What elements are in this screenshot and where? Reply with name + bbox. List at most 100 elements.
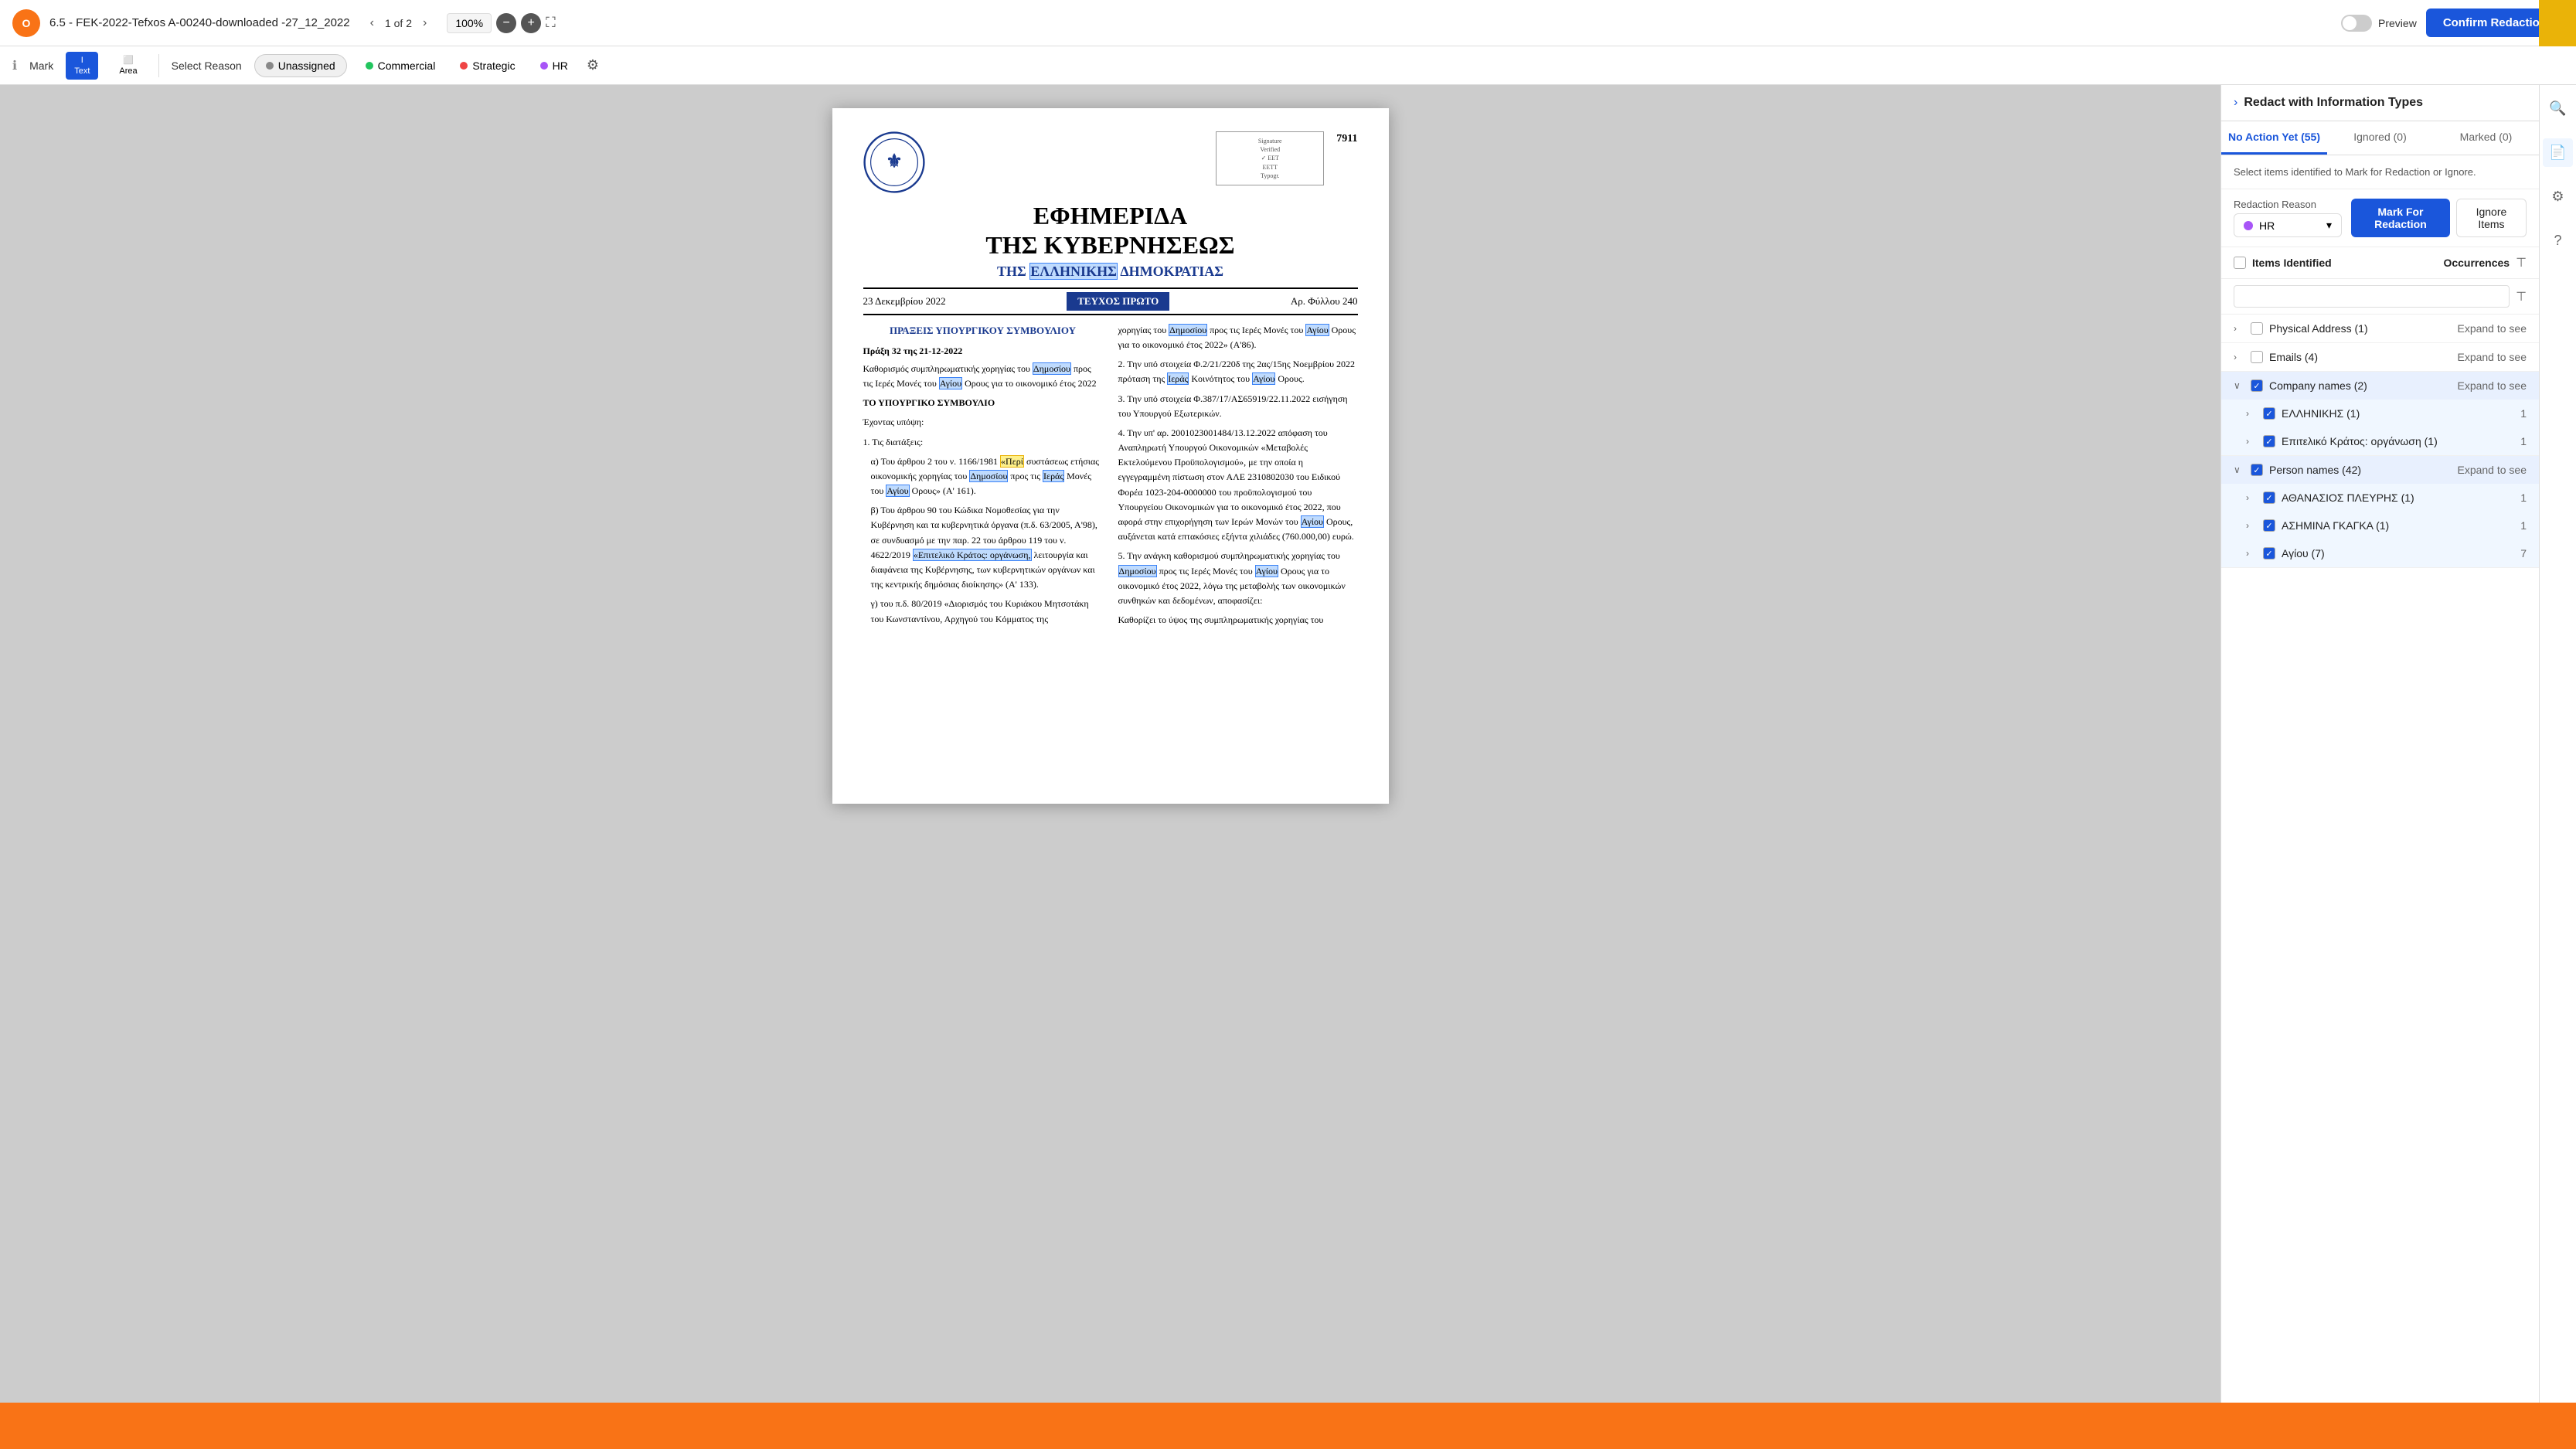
panel-description: Select items identified to Mark for Reda… <box>2221 155 2539 189</box>
help-sidebar-icon[interactable]: ? <box>2547 226 2567 255</box>
list-item[interactable]: › Emails (4) Expand to see <box>2221 343 2539 371</box>
athanasios-checkbox[interactable] <box>2263 492 2275 504</box>
doc-title: ΕΦΗΜΕΡΙΔΑΤΗΣ ΚΥΒΕΡΝΗΣΕΩΣ ΤΗΣ ΕΛΛΗΝΙΚΗΣ Δ… <box>863 201 1358 280</box>
redaction-reason-label: Redaction Reason <box>2234 199 2342 210</box>
fullscreen-button[interactable]: ⛶ <box>546 15 556 31</box>
epiteli-checkbox[interactable] <box>2263 435 2275 447</box>
act-title: Πράξη 32 της 21-12-2022 <box>863 344 1103 359</box>
chevron-right-icon: › <box>2234 323 2244 334</box>
hl-agiou-6: Αγίου <box>1255 565 1278 577</box>
body-left-4: 1. Τις διατάξεις: <box>863 435 1103 450</box>
list-item[interactable]: › ΑΘΑΝΑΣΙΟΣ ΠΛΕΥΡΗΣ (1) 1 <box>2221 484 2539 512</box>
hl-dimosio-1: Δημοσίου <box>1033 362 1071 375</box>
section-title: ΠΡΑΞΕΙΣ ΥΠΟΥΡΓΙΚΟΥ ΣΥΜΒΟΥΛΙΟΥ <box>863 323 1103 339</box>
select-all-checkbox[interactable] <box>2234 257 2246 269</box>
hl-agiou-5: Αγίου <box>1301 515 1324 528</box>
doc-header: ⚜ SignatureVerified✓ EETEETTTypogr. 7911 <box>863 131 1358 193</box>
tab-ignored[interactable]: Ignored (0) <box>2327 121 2433 155</box>
person-names-name: Person names (42) <box>2269 464 2451 476</box>
list-item[interactable]: ∨ Person names (42) Expand to see <box>2221 456 2539 484</box>
unassigned-label: Unassigned <box>278 60 335 72</box>
page-info: 1 of 2 <box>385 17 412 29</box>
items-list: › Physical Address (1) Expand to see › E… <box>2221 315 2539 1403</box>
prev-page-button[interactable]: ‹ <box>366 13 379 33</box>
body-left-3: Έχοντας υπόψη: <box>863 415 1103 430</box>
hr-reason-dot <box>2244 221 2253 230</box>
emails-name: Emails (4) <box>2269 351 2451 363</box>
preview-switch[interactable] <box>2341 15 2372 32</box>
list-item[interactable]: › ΕΛΛΗΝΙΚΗΣ (1) 1 <box>2221 400 2539 427</box>
body-left-5: α) Του άρθρου 2 του ν. 1166/1981 «Περί σ… <box>871 454 1103 499</box>
company-names-checkbox[interactable] <box>2251 379 2263 392</box>
person-names-checkbox[interactable] <box>2251 464 2263 476</box>
document-sidebar-icon[interactable]: 📄 <box>2543 138 2572 167</box>
search-filter-icon[interactable]: ⊤ <box>2516 289 2527 304</box>
doc-col-left: ΠΡΑΞΕΙΣ ΥΠΟΥΡΓΙΚΟΥ ΣΥΜΒΟΥΛΙΟΥ Πράξη 32 τ… <box>863 323 1103 633</box>
list-item[interactable]: ∨ Company names (2) Expand to see <box>2221 372 2539 400</box>
text-tool-button[interactable]: I Text <box>66 52 98 80</box>
signature-box: SignatureVerified✓ EETEETTTypogr. <box>1216 131 1324 185</box>
doc-issue-number: Αρ. Φύλλου 240 <box>1291 295 1358 308</box>
athanasios-name: ΑΘΑΝΑΣΙΟΣ ΠΛΕΥΡΗΣ (1) <box>2282 492 2514 504</box>
item-group-person-names: ∨ Person names (42) Expand to see › ΑΘΑΝ… <box>2221 456 2539 568</box>
settings-sidebar-icon[interactable]: ⚙ <box>2545 182 2570 211</box>
zoom-out-button[interactable]: − <box>496 13 516 33</box>
settings-icon[interactable]: ⚙ <box>587 57 599 73</box>
zoom-in-button[interactable]: + <box>521 13 541 33</box>
filter-icon[interactable]: ⊤ <box>2516 255 2527 270</box>
document-page: ⚜ SignatureVerified✓ EETEETTTypogr. 7911… <box>832 108 1389 804</box>
expand-panel-icon[interactable]: › <box>2234 96 2237 110</box>
ellinikes-checkbox[interactable] <box>2263 407 2275 420</box>
hr-reason-value: HR <box>2259 219 2275 232</box>
ignore-items-button[interactable]: Ignore Items <box>2456 199 2527 237</box>
list-item[interactable]: › Αγίου (7) 7 <box>2221 539 2539 567</box>
emails-checkbox[interactable] <box>2251 351 2263 363</box>
item-group-company-names: ∨ Company names (2) Expand to see › ΕΛΛΗ… <box>2221 372 2539 456</box>
mark-for-redaction-button[interactable]: Mark For Redaction <box>2351 199 2450 237</box>
list-item[interactable]: › Επιτελικό Κράτος: οργάνωση (1) 1 <box>2221 427 2539 455</box>
area-icon: ⬜ <box>123 55 134 65</box>
asimina-checkbox[interactable] <box>2263 519 2275 532</box>
chevron-right-icon: › <box>2246 548 2257 559</box>
secondary-toolbar: ℹ Mark I Text ⬜ Area Select Reason Unass… <box>0 46 2576 85</box>
strategic-label: Strategic <box>472 60 515 72</box>
info-icon[interactable]: ℹ <box>12 58 17 73</box>
chevron-right-icon: › <box>2246 492 2257 503</box>
area-tool-button[interactable]: ⬜ Area <box>111 51 145 80</box>
commercial-label: Commercial <box>378 60 436 72</box>
body-right-4: 4. Την υπ' αρ. 2001023001484/13.12.2022 … <box>1118 426 1358 545</box>
commercial-option[interactable]: Commercial <box>359 56 442 75</box>
tab-no-action[interactable]: No Action Yet (55) <box>2221 121 2327 155</box>
agiou-checkbox[interactable] <box>2263 547 2275 560</box>
strategic-option[interactable]: Strategic <box>454 56 521 75</box>
file-name: 6.5 - FEK-2022-Tefxos A-00240-downloaded… <box>49 16 350 29</box>
area-tool-label: Area <box>119 66 137 76</box>
hl-agiou-2: Αγίου <box>886 485 909 497</box>
doc-date-bar: 23 Δεκεμβρίου 2022 ΤΕΥΧΟΣ ΠΡΩΤΟ Αρ. Φύλλ… <box>863 287 1358 315</box>
nav-controls: ‹ 1 of 2 › <box>366 13 432 33</box>
items-header: Items Identified Occurrences ⊤ <box>2221 247 2539 279</box>
doc-logo: ⚜ <box>863 131 925 193</box>
preview-label: Preview <box>2378 17 2417 29</box>
unassigned-pill[interactable]: Unassigned <box>254 54 347 77</box>
occurrences-label: Occurrences <box>2443 257 2510 269</box>
hl-agiou-4: Αγίου <box>1252 372 1275 385</box>
body-right-3: 3. Την υπό στοιχεία Φ.387/17/ΑΣ65919/22.… <box>1118 392 1358 421</box>
doc-issue-tag: ΤΕΥΧΟΣ ΠΡΩΤΟ <box>1067 292 1169 311</box>
redaction-reason-select[interactable]: HR ▾ <box>2234 213 2342 237</box>
epiteli-count: 1 <box>2520 435 2527 447</box>
athanasios-count: 1 <box>2520 492 2527 504</box>
main-content: ⚜ SignatureVerified✓ EETEETTTypogr. 7911… <box>0 85 2576 1403</box>
hl-dimosio-3: Δημοσίου <box>1169 324 1207 336</box>
hr-option[interactable]: HR <box>534 56 574 75</box>
physical-address-checkbox[interactable] <box>2251 322 2263 335</box>
list-item[interactable]: › Physical Address (1) Expand to see <box>2221 315 2539 342</box>
ellinikes-count: 1 <box>2520 407 2527 420</box>
list-item[interactable]: › ΑΣΗΜΙΝΑ ΓΚΑΓΚΑ (1) 1 <box>2221 512 2539 539</box>
next-page-button[interactable]: › <box>418 13 431 33</box>
person-names-count: Expand to see <box>2457 464 2527 476</box>
search-input[interactable] <box>2234 285 2510 308</box>
tab-marked[interactable]: Marked (0) <box>2433 121 2539 155</box>
doc-columns: ΠΡΑΞΕΙΣ ΥΠΟΥΡΓΙΚΟΥ ΣΥΜΒΟΥΛΙΟΥ Πράξη 32 τ… <box>863 323 1358 633</box>
search-sidebar-icon[interactable]: 🔍 <box>2543 94 2572 123</box>
